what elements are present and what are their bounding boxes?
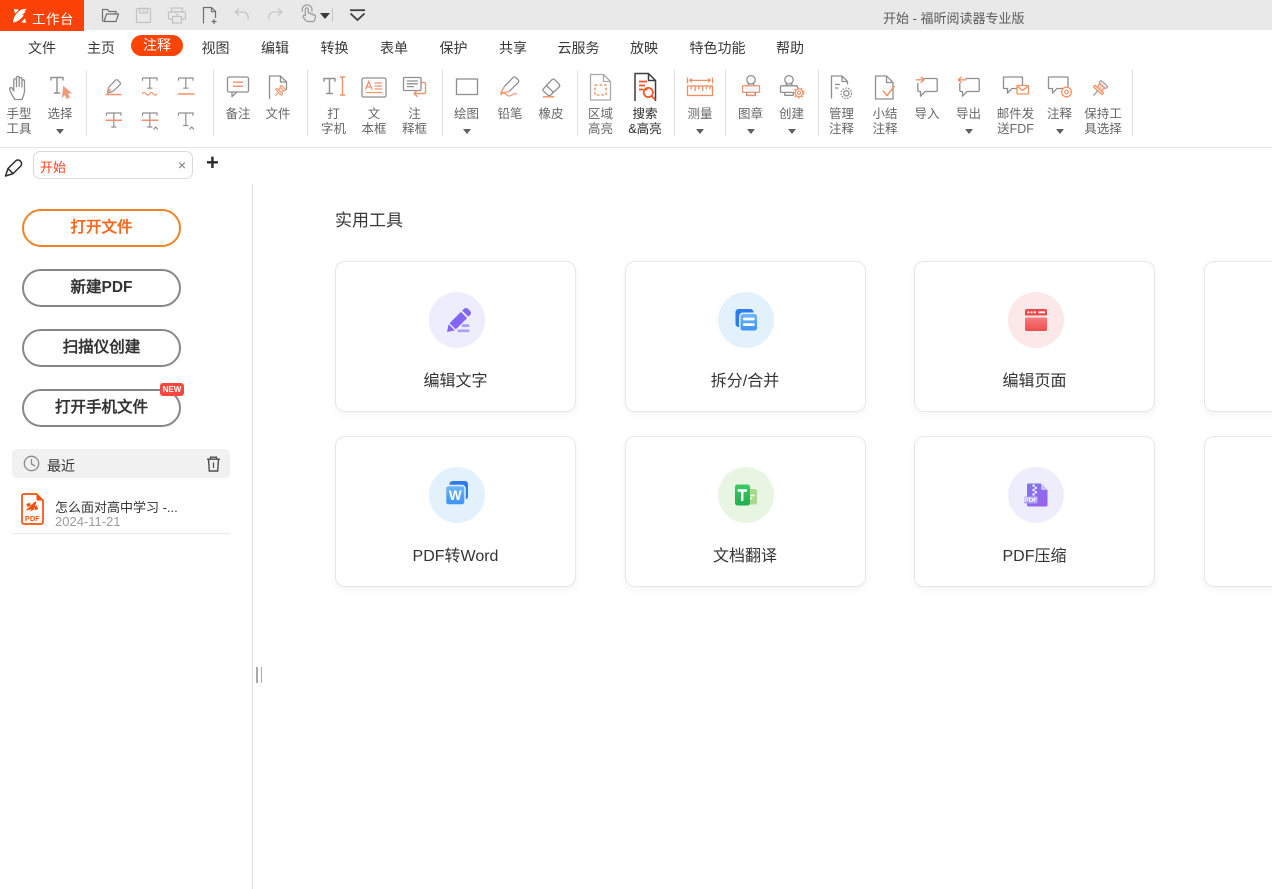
svg-text:W: W (448, 488, 461, 503)
svg-text:PDF: PDF (25, 514, 40, 523)
svg-text:PDF: PDF (1024, 497, 1037, 504)
